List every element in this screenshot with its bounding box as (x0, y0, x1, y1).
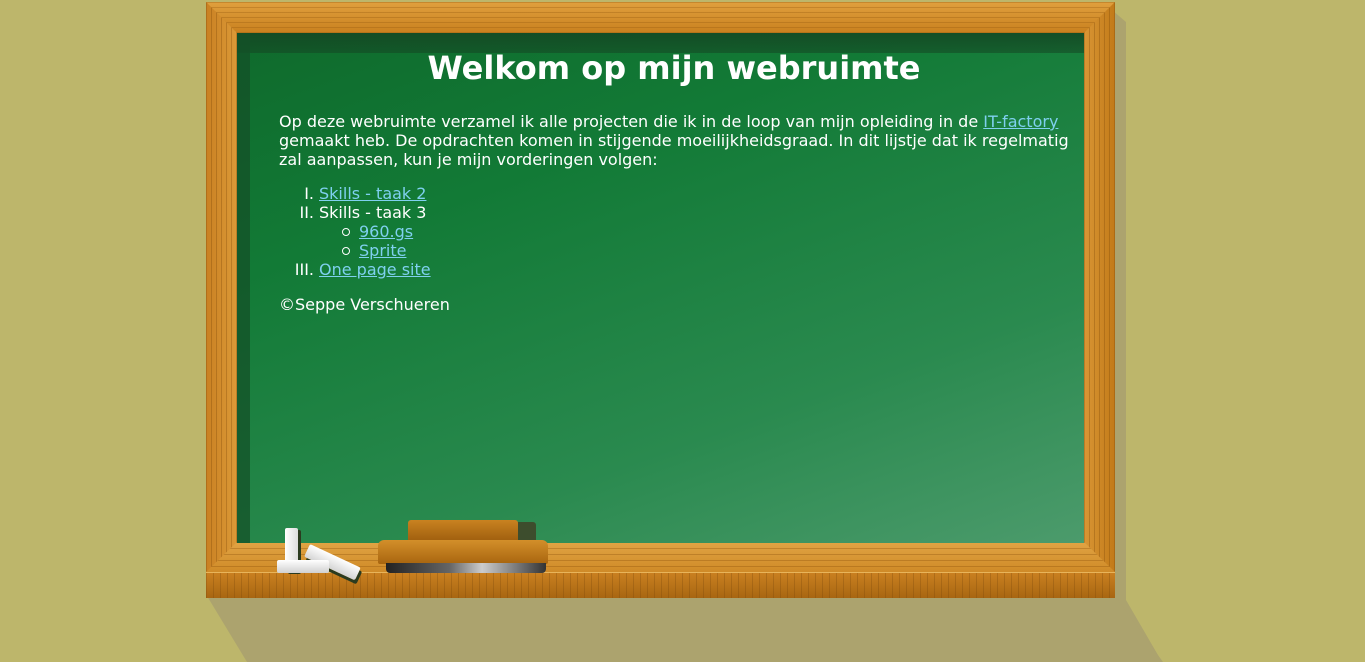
board-side-shadow (1112, 10, 1162, 662)
frame-left (206, 2, 237, 597)
list-item: III. One page site (279, 260, 1079, 279)
project-list: I. Skills - taak 2 II. Skills - taak 3 9… (279, 184, 1079, 279)
sub-list-item: 960.gs (319, 222, 1079, 241)
intro-text: Op deze webruimte verzamel ik alle proje… (279, 112, 984, 131)
list-numeral: I. (304, 184, 314, 203)
frame-right (1084, 2, 1115, 597)
960gs-link[interactable]: 960.gs (359, 222, 413, 241)
board-floor-shadow (207, 596, 1163, 662)
list-item: II. Skills - taak 3 960.gs Sprite (279, 203, 1079, 260)
eraser-icon (378, 540, 548, 564)
main-content: Welkom op mijn webruimte Op deze webruim… (279, 40, 1079, 314)
chalk-ledge-edge (206, 572, 1115, 598)
skills-taak-2-link[interactable]: Skills - taak 2 (319, 184, 426, 203)
copyright-text: ©Seppe Verschueren (279, 295, 450, 314)
circle-bullet-icon (342, 228, 350, 236)
intro-paragraph: Op deze webruimte verzamel ik alle proje… (279, 112, 1069, 169)
intro-text-after: gemaakt heb. De opdrachten komen in stij… (279, 131, 1069, 169)
eraser-felt-icon (386, 563, 546, 573)
frame-top (206, 2, 1115, 33)
sub-project-list: 960.gs Sprite (319, 222, 1079, 260)
list-numeral: III. (294, 260, 314, 279)
circle-bullet-icon (342, 247, 350, 255)
sprite-link[interactable]: Sprite (359, 241, 406, 260)
skills-taak-3-label: Skills - taak 3 (319, 203, 427, 222)
one-page-site-link[interactable]: One page site (319, 260, 431, 279)
board-shade-left (237, 33, 250, 543)
list-item: I. Skills - taak 2 (279, 184, 1079, 203)
page-title: Welkom op mijn webruimte (427, 49, 921, 87)
wall-background: Welkom op mijn webruimte Op deze webruim… (0, 0, 1365, 662)
chalk-piece-icon (277, 560, 329, 573)
list-numeral: II. (299, 203, 314, 222)
it-factory-link[interactable]: IT-factory (983, 112, 1058, 131)
sub-list-item: Sprite (319, 241, 1079, 260)
